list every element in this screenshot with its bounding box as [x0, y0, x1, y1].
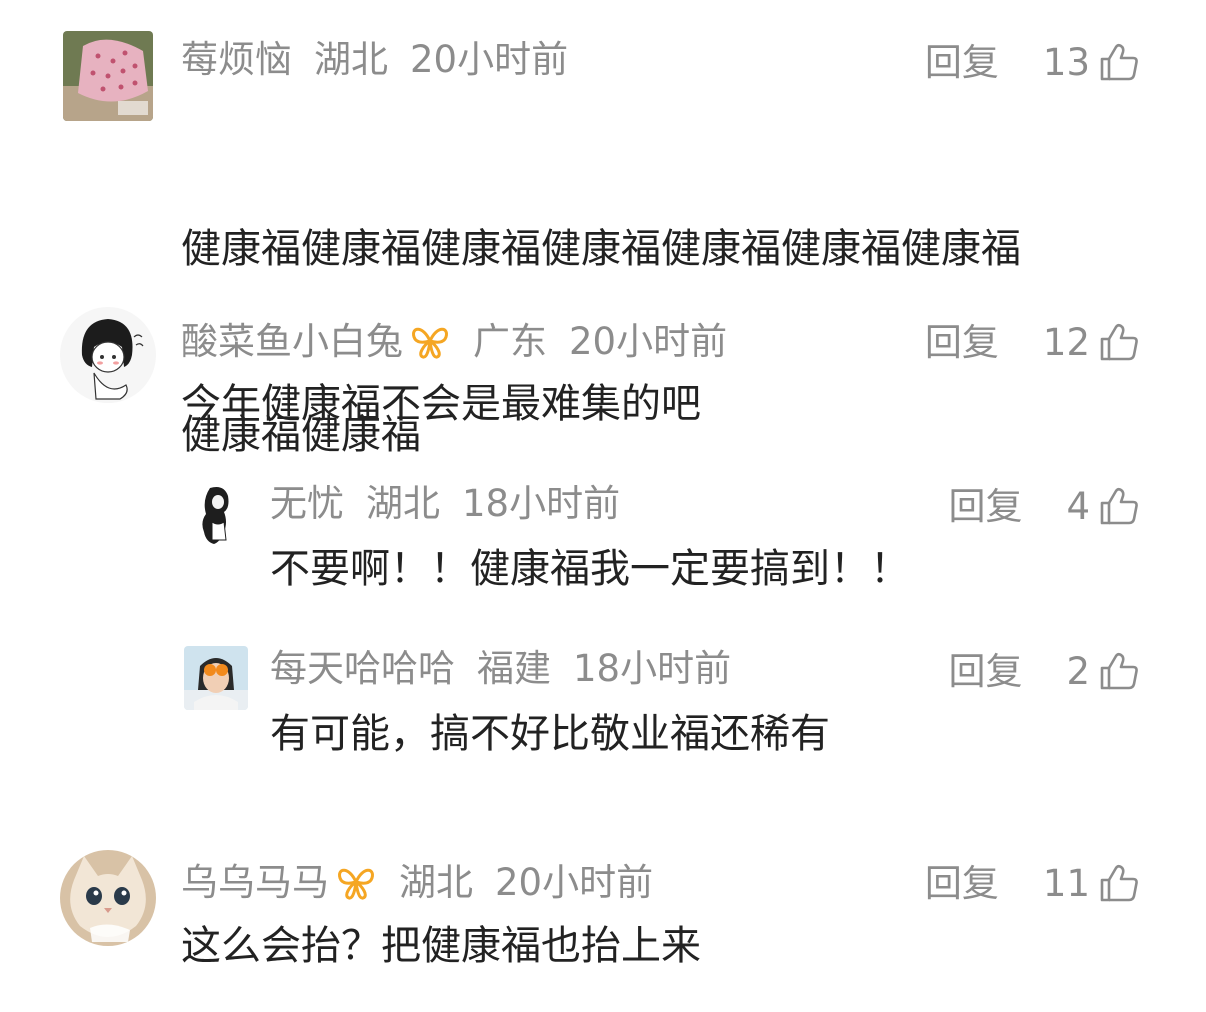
- reply-button[interactable]: 回复: [925, 324, 999, 361]
- username[interactable]: 每天哈哈哈: [270, 650, 455, 687]
- username[interactable]: 无忧: [270, 485, 344, 522]
- thumbs-up-icon: [1100, 43, 1138, 81]
- comment-text: 有可能，搞不好比敬业福还稀有: [270, 711, 830, 757]
- vip-butterfly-icon: [335, 862, 377, 902]
- like-button[interactable]: 12: [1043, 321, 1140, 363]
- orange-eyes-avatar-image: [184, 646, 248, 710]
- comment-actions: 回复 13: [925, 41, 1140, 83]
- reply-button[interactable]: 回复: [948, 488, 1022, 525]
- location: 湖北: [366, 482, 440, 525]
- avatar[interactable]: [184, 482, 248, 546]
- like-button[interactable]: 4: [1066, 485, 1140, 527]
- avatar[interactable]: [60, 307, 156, 403]
- comment-text: 不要啊！！健康福我一定要搞到！！: [270, 546, 910, 592]
- username[interactable]: 酸菜鱼小白兔: [181, 323, 403, 360]
- avatar[interactable]: [184, 646, 248, 710]
- comment-meta: 酸菜鱼小白兔 广东 20小时前: [181, 321, 727, 361]
- comment-actions: 回复 2: [948, 650, 1140, 692]
- like-count: 2: [1066, 649, 1090, 693]
- comment-text: 今年健康福不会是最难集的吧: [181, 381, 701, 427]
- thumbs-up-icon: [1100, 864, 1138, 902]
- vip-butterfly-icon: [409, 321, 451, 361]
- timestamp: 20小时前: [410, 38, 569, 81]
- comment-text: 这么会抬？把健康福也抬上来: [181, 923, 701, 969]
- cartoon-girl-avatar-image: [60, 307, 156, 403]
- comment-meta: 每天哈哈哈 福建 18小时前: [270, 650, 731, 687]
- thumbs-up-icon: [1100, 652, 1138, 690]
- avatar[interactable]: [63, 31, 153, 121]
- thumbs-up-icon: [1100, 487, 1138, 525]
- location: 福建: [477, 647, 551, 690]
- like-button[interactable]: 13: [1043, 41, 1140, 83]
- comment-actions: 回复 4: [948, 485, 1140, 527]
- like-count: 12: [1042, 320, 1090, 364]
- location: 湖北: [314, 38, 388, 81]
- username[interactable]: 莓烦恼: [181, 41, 292, 78]
- timestamp: 18小时前: [462, 482, 621, 525]
- pink-cloth-avatar-image: [63, 31, 153, 121]
- username[interactable]: 乌乌马马: [181, 864, 329, 901]
- comment-meta: 莓烦恼 湖北 20小时前: [181, 41, 568, 78]
- thumbs-up-icon: [1100, 323, 1138, 361]
- reply-button[interactable]: 回复: [925, 865, 999, 902]
- timestamp: 18小时前: [573, 647, 732, 690]
- reply-button[interactable]: 回复: [948, 653, 1022, 690]
- like-count: 4: [1066, 484, 1090, 528]
- comment-meta: 无忧 湖北 18小时前: [270, 485, 620, 522]
- like-count: 13: [1042, 40, 1090, 84]
- like-button[interactable]: 11: [1043, 862, 1140, 904]
- like-button[interactable]: 2: [1066, 650, 1140, 692]
- comment-actions: 回复 12: [925, 321, 1140, 363]
- cat-avatar-image: [60, 850, 156, 946]
- reply-button[interactable]: 回复: [925, 44, 999, 81]
- location: 广东: [473, 319, 547, 363]
- location: 湖北: [399, 860, 473, 904]
- timestamp: 20小时前: [495, 860, 654, 904]
- sketch-girl-avatar-image: [184, 482, 248, 546]
- like-count: 11: [1042, 861, 1090, 905]
- comment-text-line: 健康福健康福健康福健康福健康福健康福健康福: [181, 226, 1021, 272]
- timestamp: 20小时前: [569, 319, 728, 363]
- avatar[interactable]: [60, 850, 156, 946]
- comment-meta: 乌乌马马 湖北 20小时前: [181, 862, 653, 902]
- comment-actions: 回复 11: [925, 862, 1140, 904]
